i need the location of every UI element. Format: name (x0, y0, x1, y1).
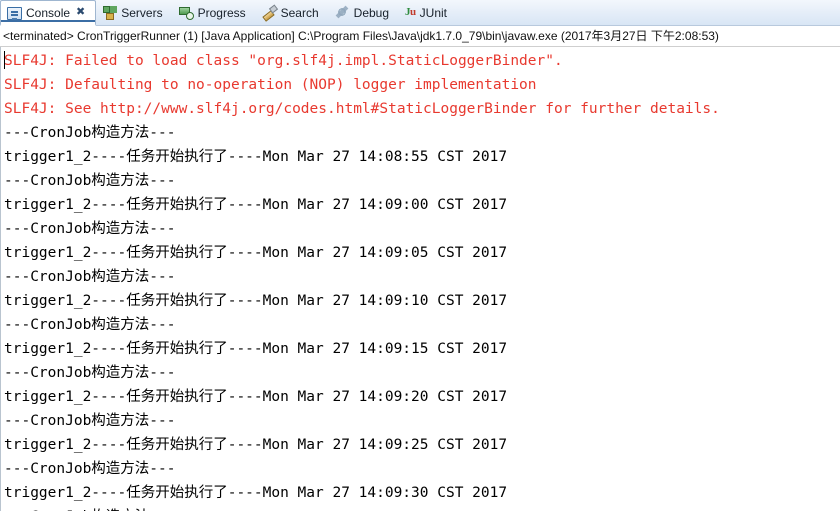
console-output-line: ---CronJob构造方法--- (4, 173, 176, 189)
console-output-area[interactable]: SLF4J: Failed to load class "org.slf4j.i… (0, 47, 840, 511)
tab-label: Servers (121, 5, 163, 20)
tab-label: Search (280, 5, 319, 20)
tab-servers[interactable]: Servers (96, 0, 172, 25)
search-icon (262, 5, 277, 20)
junit-icon-u: u (410, 6, 416, 18)
console-output-line: ---CronJob构造方法--- (4, 125, 176, 141)
tab-debug[interactable]: Debug (329, 0, 399, 25)
tab-progress[interactable]: Progress (173, 0, 256, 25)
console-icon (7, 7, 22, 20)
console-output-line: trigger1_2----任务开始执行了----Mon Mar 27 14:0… (4, 149, 508, 165)
console-output-line: trigger1_2----任务开始执行了----Mon Mar 27 14:0… (4, 341, 508, 357)
close-icon[interactable]: ✖ (76, 7, 85, 18)
console-output-line: ---CronJob构造方法--- (4, 461, 176, 477)
console-output-line: trigger1_2----任务开始执行了----Mon Mar 27 14:0… (4, 437, 508, 453)
console-error-line: SLF4J: Failed to load class "org.slf4j.i… (4, 53, 563, 69)
console-output-line: trigger1_2----任务开始执行了----Mon Mar 27 14:0… (4, 245, 508, 261)
junit-icon: Ju (405, 5, 416, 20)
tab-label: Progress (197, 5, 246, 20)
console-output-line: ---CronJob构造方法--- (4, 269, 176, 285)
console-output-line: trigger1_2----任务开始执行了----Mon Mar 27 14:0… (4, 293, 508, 309)
tab-label: JUnit (419, 5, 447, 20)
console-output-line: ---CronJob构造方法--- (4, 505, 840, 511)
view-tab-bar: Console ✖ Servers Progress Search Debug Ju JUni… (0, 0, 840, 26)
tab-console[interactable]: Console ✖ (0, 0, 97, 26)
tab-search[interactable]: Search (256, 0, 329, 25)
console-output-line: trigger1_2----任务开始执行了----Mon Mar 27 14:0… (4, 485, 508, 501)
text-caret (4, 51, 5, 69)
tab-junit[interactable]: Ju JUnit (399, 0, 457, 25)
tab-label: Debug (353, 5, 390, 20)
tab-label: Console (26, 5, 71, 20)
console-output-line: ---CronJob构造方法--- (4, 221, 176, 237)
launch-configuration-info: <terminated> CronTriggerRunner (1) [Java… (0, 26, 840, 47)
console-error-line: SLF4J: See http://www.slf4j.org/codes.ht… (4, 101, 720, 117)
progress-icon (178, 5, 194, 20)
console-error-line: SLF4J: Defaulting to no-operation (NOP) … (4, 77, 537, 93)
debug-icon (335, 5, 350, 20)
console-output-line: ---CronJob构造方法--- (4, 365, 176, 381)
console-output-line: trigger1_2----任务开始执行了----Mon Mar 27 14:0… (4, 197, 508, 213)
servers-icon (102, 5, 117, 20)
console-line-list: SLF4J: Failed to load class "org.slf4j.i… (1, 47, 840, 511)
console-output-line: trigger1_2----任务开始执行了----Mon Mar 27 14:0… (4, 389, 508, 405)
console-output-line: ---CronJob构造方法--- (4, 317, 176, 333)
console-output-line: ---CronJob构造方法--- (4, 413, 176, 429)
